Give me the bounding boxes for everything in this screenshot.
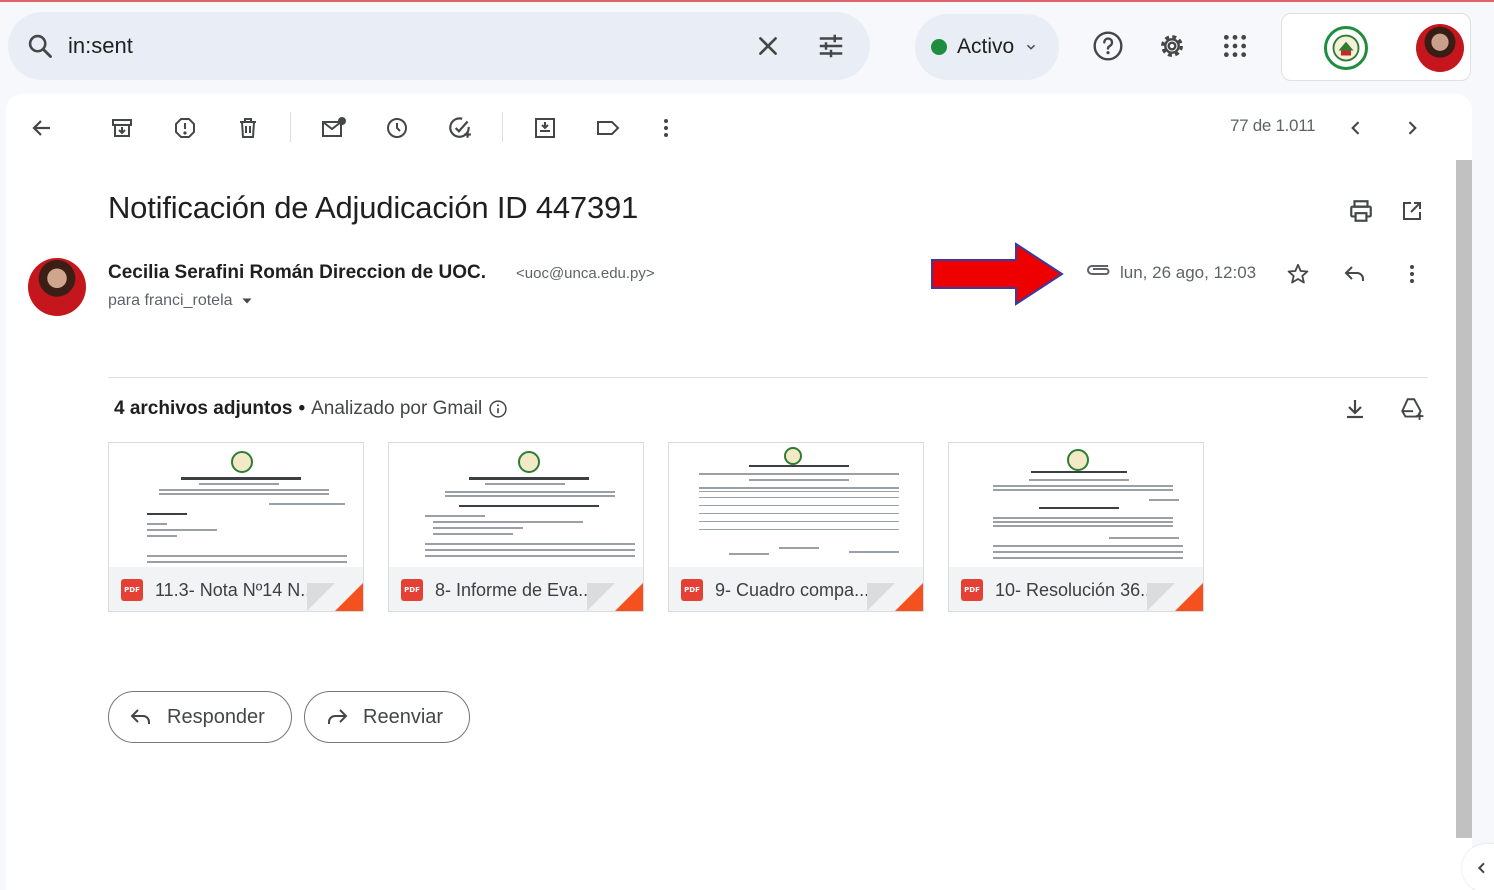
search-icon[interactable] xyxy=(26,12,54,80)
search-input[interactable] xyxy=(68,12,718,80)
message-more-icon[interactable] xyxy=(1397,259,1427,289)
download-all-icon[interactable] xyxy=(1340,394,1370,424)
attachment-card[interactable]: PDF 9- Cuadro compa... xyxy=(668,442,924,612)
more-options-icon[interactable] xyxy=(650,112,682,144)
status-dot xyxy=(931,39,947,55)
attachment-card[interactable]: PDF 11.3- Nota Nº14 N... xyxy=(108,442,364,612)
page-fold-decoration xyxy=(1175,583,1203,611)
scan-label: Analizado por Gmail xyxy=(311,398,483,419)
reply-button[interactable]: Responder xyxy=(108,691,292,743)
newer-icon[interactable] xyxy=(1340,112,1372,144)
snooze-icon[interactable] xyxy=(381,112,413,144)
attachment-name: 11.3- Nota Nº14 N... xyxy=(155,579,316,600)
sender-name[interactable]: Cecilia Serafini Román Direccion de UOC. xyxy=(108,262,486,284)
page-fold-decoration xyxy=(867,583,895,611)
open-in-new-window-icon[interactable] xyxy=(1397,196,1427,226)
page-fold-decoration xyxy=(335,583,363,611)
scrollbar[interactable] xyxy=(1456,160,1472,838)
details-dropdown-icon[interactable] xyxy=(241,295,253,307)
report-spam-icon[interactable] xyxy=(169,112,201,144)
archive-icon[interactable] xyxy=(106,112,138,144)
attachment-name: 10- Resolución 36... xyxy=(995,579,1156,600)
attachment-preview xyxy=(389,443,643,567)
chevron-left-icon xyxy=(1477,862,1485,874)
older-icon[interactable] xyxy=(1396,112,1428,144)
red-arrow-annotation xyxy=(931,242,1064,306)
reply-icon[interactable] xyxy=(1340,259,1370,289)
organization-logo xyxy=(1324,26,1368,70)
email-date: lun, 26 ago, 12:03 xyxy=(1120,263,1257,282)
toolbar-divider xyxy=(290,112,291,142)
attachment-name: 9- Cuadro compa... xyxy=(715,579,870,600)
account-avatar[interactable] xyxy=(1416,24,1464,72)
page-fold-decoration xyxy=(307,583,335,611)
status-label: Activo xyxy=(957,35,1015,58)
info-icon[interactable] xyxy=(488,399,508,419)
sender-email: <uoc@unca.edu.py> xyxy=(516,265,655,282)
clear-search-icon[interactable] xyxy=(752,12,784,80)
page-fold-decoration xyxy=(615,583,643,611)
mark-unread-icon[interactable] xyxy=(318,112,350,144)
filter-options-icon[interactable] xyxy=(814,12,848,80)
print-icon[interactable] xyxy=(1346,196,1376,226)
chevron-down-icon xyxy=(1027,44,1036,50)
reply-icon xyxy=(130,709,150,724)
page-fold-decoration xyxy=(895,583,923,611)
add-to-drive-icon[interactable] xyxy=(1397,394,1427,424)
apps-icon[interactable] xyxy=(1213,24,1257,68)
attachments-count: 4 archivos adjuntos xyxy=(114,398,293,419)
reply-button-label: Responder xyxy=(167,705,265,728)
search-bar[interactable] xyxy=(8,12,870,80)
email-subject: Notificación de Adjudicación ID 447391 xyxy=(108,190,639,225)
label-icon[interactable] xyxy=(592,112,624,144)
attachment-preview xyxy=(949,443,1203,567)
forward-button-label: Reenviar xyxy=(363,705,444,728)
attachment-indicator-icon xyxy=(1084,260,1112,280)
back-icon[interactable] xyxy=(26,112,58,144)
section-divider xyxy=(108,377,1428,378)
delete-icon[interactable] xyxy=(232,112,264,144)
attachments-separator: • xyxy=(298,398,306,419)
pdf-icon: PDF xyxy=(401,579,423,601)
attachment-card[interactable]: PDF 10- Resolución 36... xyxy=(948,442,1204,612)
forward-icon xyxy=(328,709,348,724)
attachment-name: 8- Informe de Eva... xyxy=(435,579,594,600)
sender-avatar[interactable] xyxy=(28,258,86,316)
page-fold-decoration xyxy=(587,583,615,611)
status-selector[interactable]: Activo xyxy=(915,14,1059,80)
account-switcher[interactable] xyxy=(1281,13,1471,81)
help-icon[interactable] xyxy=(1086,24,1130,68)
pdf-icon: PDF xyxy=(121,579,143,601)
move-to-icon[interactable] xyxy=(529,112,561,144)
settings-icon[interactable] xyxy=(1150,24,1194,68)
attachments-header: 4 archivos adjuntos • Analizado por Gmai… xyxy=(114,398,508,420)
star-icon[interactable] xyxy=(1283,259,1313,289)
recipient-line[interactable]: para franci_rotela xyxy=(108,292,253,310)
pagination-text: 77 de 1.011 xyxy=(1230,116,1316,135)
page-fold-decoration xyxy=(1147,583,1175,611)
pdf-icon: PDF xyxy=(961,579,983,601)
toolbar-divider xyxy=(502,112,503,142)
attachment-preview xyxy=(109,443,363,567)
pdf-icon: PDF xyxy=(681,579,703,601)
window-top-edge xyxy=(0,0,1494,2)
recipient-text: para franci_rotela xyxy=(108,292,233,309)
attachment-card[interactable]: PDF 8- Informe de Eva... xyxy=(388,442,644,612)
forward-button[interactable]: Reenviar xyxy=(304,691,470,743)
attachment-preview xyxy=(669,443,923,567)
add-to-tasks-icon[interactable] xyxy=(444,112,476,144)
